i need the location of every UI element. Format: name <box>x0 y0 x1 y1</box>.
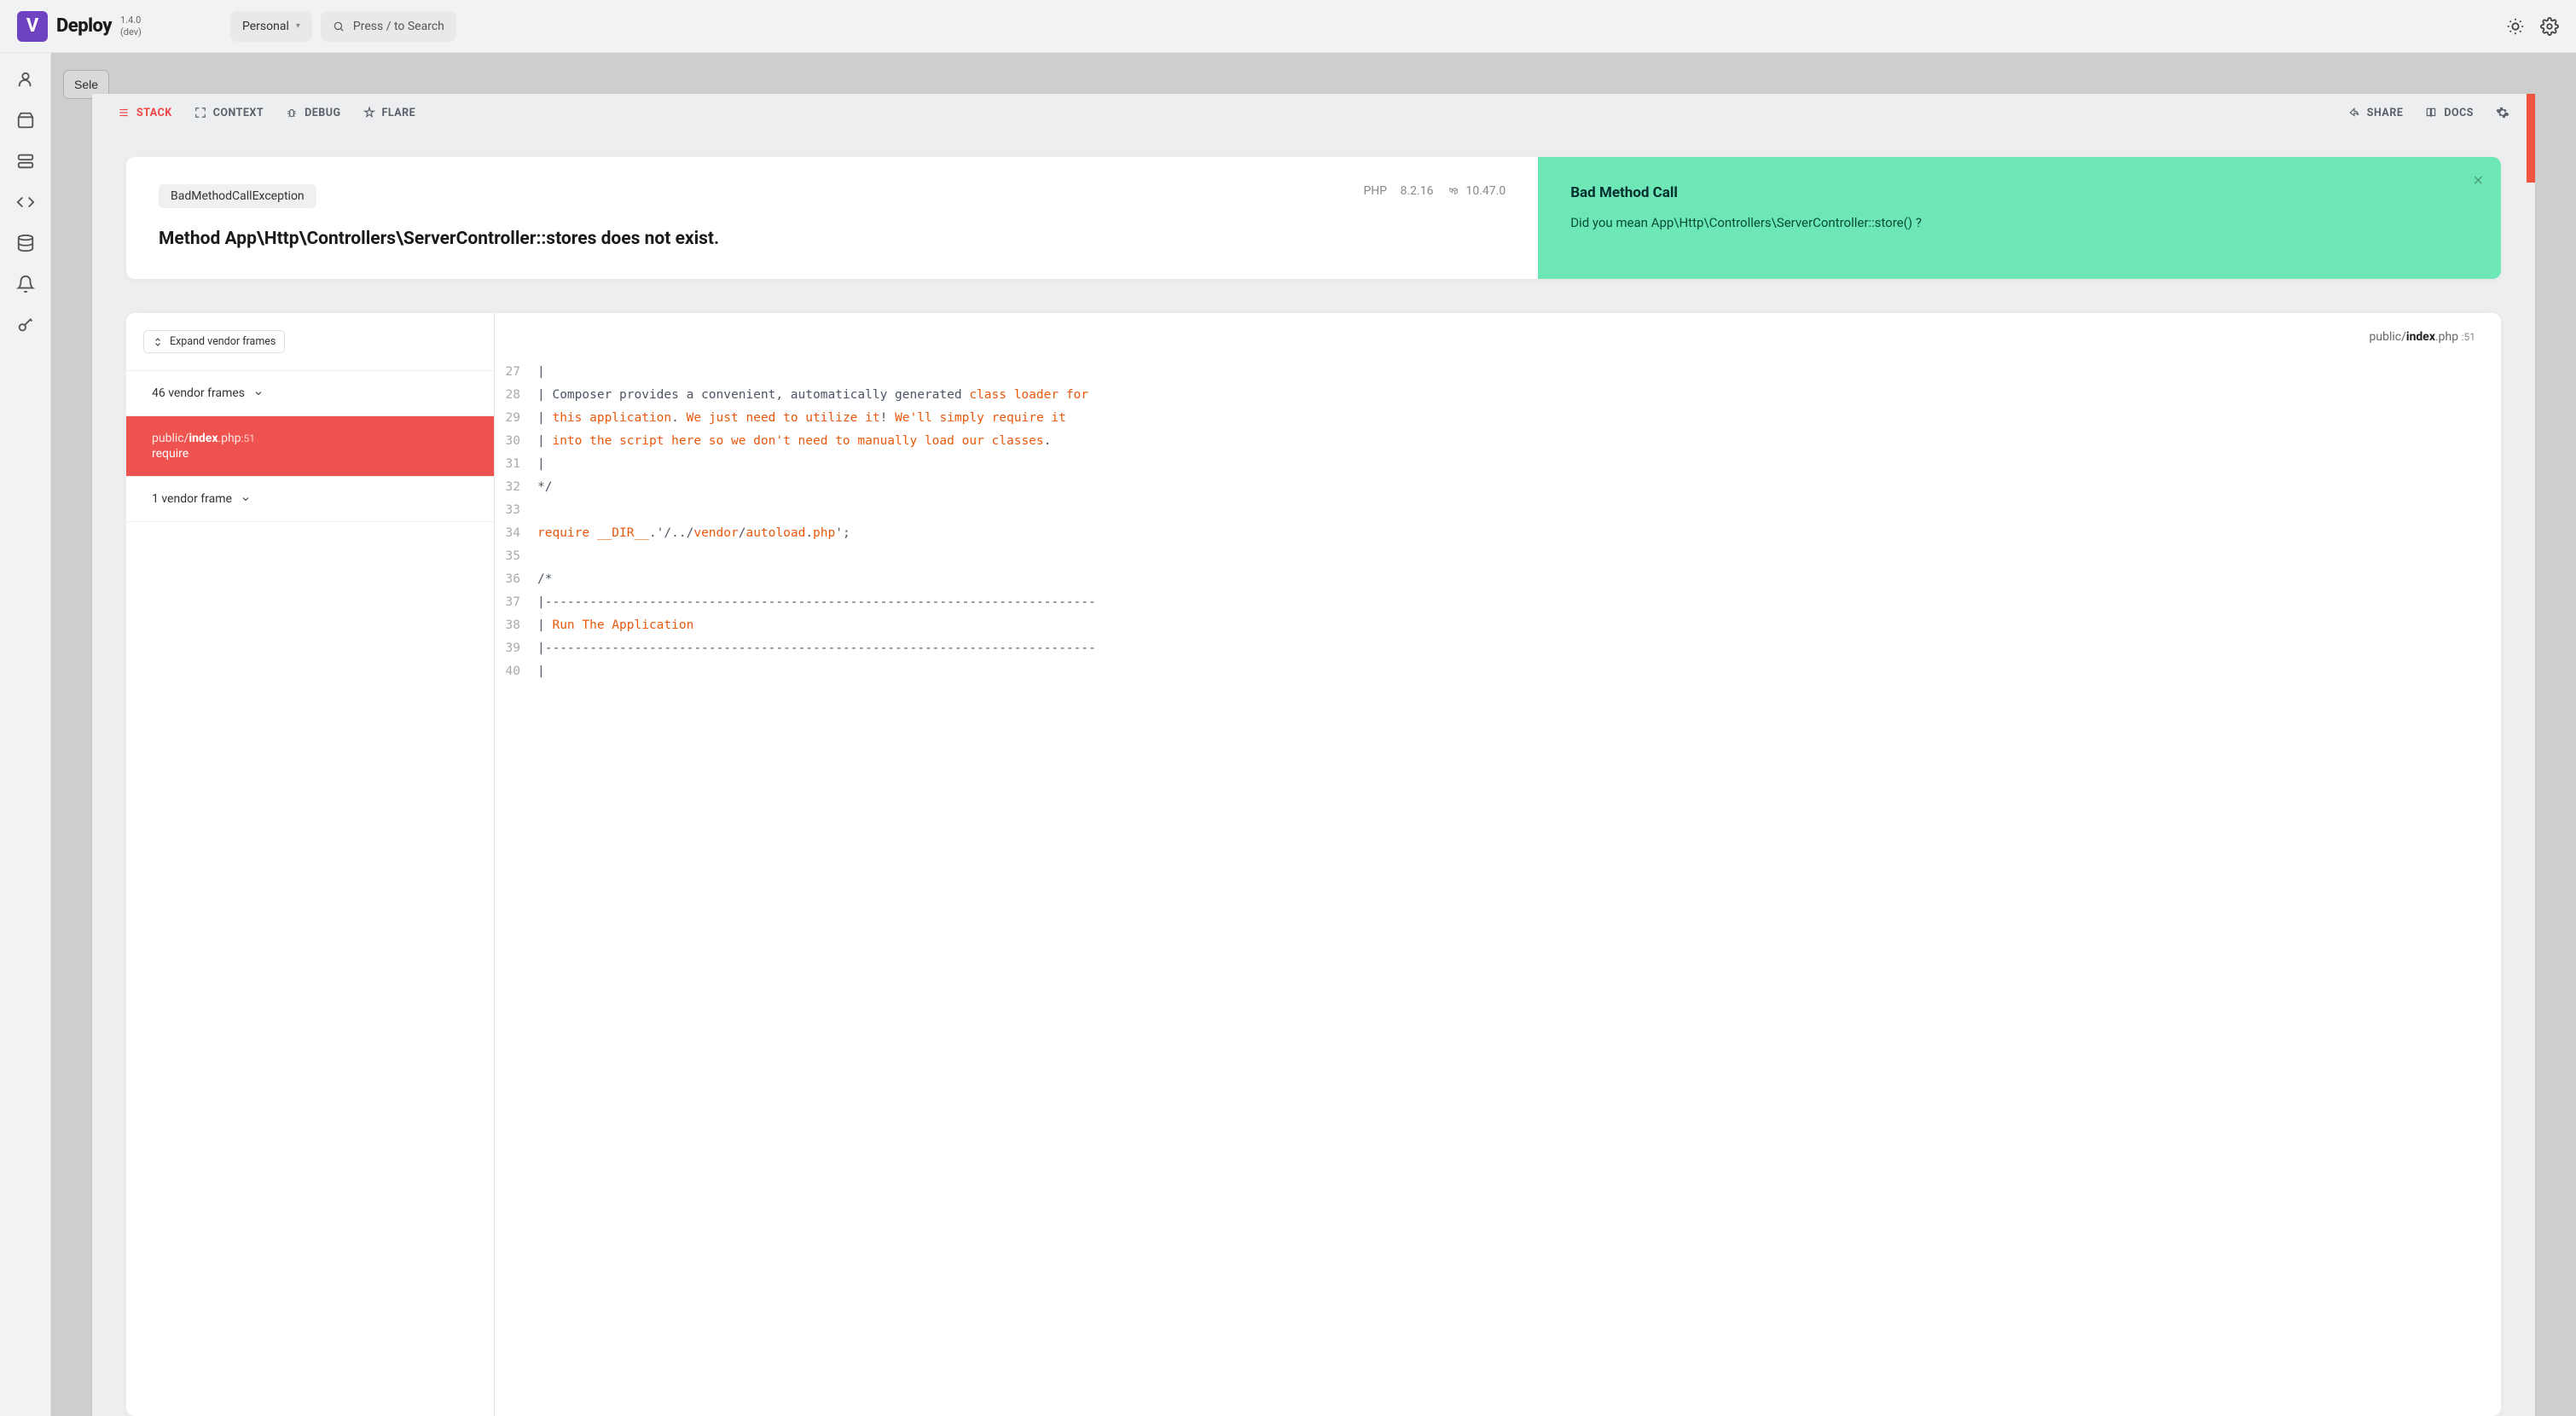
tab-context[interactable]: CONTEXT <box>194 107 264 119</box>
expand-collapse-icon <box>153 337 163 347</box>
bug-icon <box>286 107 298 119</box>
vendor-frames-group-bottom[interactable]: 1 vendor frame <box>126 476 494 522</box>
app-name: Deploy <box>56 15 112 37</box>
tab-flare[interactable]: FLARE <box>363 107 416 119</box>
code-line: 38| Run The Application <box>495 614 2501 637</box>
error-message: Method App\Http\Controllers\ServerContro… <box>159 227 1506 252</box>
app-logo[interactable]: V Deploy 1.4.0 (dev) <box>17 11 213 42</box>
exception-class[interactable]: BadMethodCallException <box>159 184 316 208</box>
left-sidebar <box>0 53 51 1416</box>
code-line: 39|-------------------------------------… <box>495 637 2501 660</box>
logo-mark: V <box>17 11 48 42</box>
tab-debug[interactable]: DEBUG <box>286 107 340 119</box>
chevron-down-icon <box>253 388 264 398</box>
code-line: 33 <box>495 499 2501 522</box>
expand-vendor-frames-button[interactable]: Expand vendor frames <box>143 330 285 353</box>
laravel-version: 10.47.0 <box>1448 184 1506 198</box>
code-line: 29| this application. We just need to ut… <box>495 407 2501 430</box>
tab-label: STACK <box>136 107 172 119</box>
code-line: 32*/ <box>495 476 2501 499</box>
code-line: 35 <box>495 545 2501 568</box>
search-placeholder: Press / to Search <box>353 20 444 33</box>
scroll-indicator <box>2527 94 2535 183</box>
database-icon[interactable] <box>16 234 35 252</box>
tab-label: SHARE <box>2367 107 2404 119</box>
code-line: 36/* <box>495 568 2501 591</box>
env-label: (dev) <box>120 26 142 38</box>
server-icon[interactable] <box>16 152 35 171</box>
version-number: 1.4.0 <box>120 15 142 26</box>
expand-label: Expand vendor frames <box>170 335 276 348</box>
workspace-label: Personal <box>242 20 289 33</box>
code-panel: Expand vendor frames 46 vendor frames pu… <box>126 313 2501 1416</box>
tab-label: DEBUG <box>305 107 340 119</box>
search-icon <box>333 20 345 32</box>
share-icon <box>2348 107 2360 119</box>
error-tabs: STACK CONTEXT DEBUG FLARE <box>92 94 2535 131</box>
frame-group-label: 46 vendor frames <box>152 386 245 400</box>
php-version: PHP 8.2.16 <box>1363 184 1433 198</box>
flare-icon <box>363 107 375 119</box>
user-icon[interactable] <box>16 70 35 89</box>
theme-toggle-icon[interactable] <box>2506 17 2525 36</box>
content-area: Sele STACK CONTEXT DEBUG <box>51 53 2576 1416</box>
settings-icon[interactable] <box>2540 17 2559 36</box>
code-line: 31| <box>495 453 2501 476</box>
gear-icon[interactable] <box>2496 106 2509 119</box>
error-suggestion: ✕ Bad Method Call Did you mean App\Http\… <box>1538 157 2501 279</box>
frame-path: public/index.php:51 <box>152 432 468 445</box>
tab-label: FLARE <box>382 107 416 119</box>
bell-icon[interactable] <box>16 275 35 293</box>
stack-icon <box>118 107 130 119</box>
hint-text: Did you mean App\Http\Controllers\Server… <box>1570 215 2469 230</box>
app-version: 1.4.0 (dev) <box>120 15 142 37</box>
code-line: 30| into the script here so we don't nee… <box>495 430 2501 453</box>
code-line: 37|-------------------------------------… <box>495 591 2501 614</box>
error-summary: PHP 8.2.16 10.47.0 BadMethodCallExceptio… <box>126 157 1538 279</box>
search-input[interactable]: Press / to Search <box>321 11 456 42</box>
inbox-icon[interactable] <box>16 111 35 130</box>
stack-frames-column: Expand vendor frames 46 vendor frames pu… <box>126 313 495 1416</box>
key-icon[interactable] <box>16 316 35 334</box>
share-button[interactable]: SHARE <box>2348 107 2404 119</box>
error-modal: STACK CONTEXT DEBUG FLARE <box>92 94 2535 1416</box>
code-line: 27| <box>495 361 2501 384</box>
tab-label: DOCS <box>2444 107 2474 119</box>
code-icon[interactable] <box>16 193 35 212</box>
docs-icon <box>2425 107 2437 119</box>
error-header-card: PHP 8.2.16 10.47.0 BadMethodCallExceptio… <box>126 157 2501 279</box>
chevron-down-icon <box>241 494 251 504</box>
top-navbar: V Deploy 1.4.0 (dev) Personal ▾ Press / … <box>0 0 2576 53</box>
code-file-path: public/index.php :51 <box>495 313 2501 361</box>
expand-icon <box>194 107 206 119</box>
code-line: 34require __DIR__.'/../vendor/autoload.p… <box>495 522 2501 545</box>
close-icon[interactable]: ✕ <box>2473 172 2484 189</box>
tab-label: CONTEXT <box>213 107 264 119</box>
frame-group-label: 1 vendor frame <box>152 492 232 506</box>
frame-method: require <box>152 447 468 461</box>
code-view-column: public/index.php :51 27|28| Composer pro… <box>495 313 2501 1416</box>
code-line: 40| <box>495 660 2501 683</box>
hint-title: Bad Method Call <box>1570 184 2469 201</box>
code-lines[interactable]: 27|28| Composer provides a convenient, a… <box>495 361 2501 700</box>
chevron-down-icon: ▾ <box>296 21 300 31</box>
active-stack-frame[interactable]: public/index.php:51 require <box>126 415 494 476</box>
docs-button[interactable]: DOCS <box>2425 107 2474 119</box>
workspace-dropdown[interactable]: Personal ▾ <box>230 11 312 42</box>
vendor-frames-group-top[interactable]: 46 vendor frames <box>126 370 494 415</box>
error-meta: PHP 8.2.16 10.47.0 <box>1363 184 1506 198</box>
tab-stack[interactable]: STACK <box>118 107 172 119</box>
laravel-icon <box>1448 185 1460 197</box>
code-line: 28| Composer provides a convenient, auto… <box>495 384 2501 407</box>
